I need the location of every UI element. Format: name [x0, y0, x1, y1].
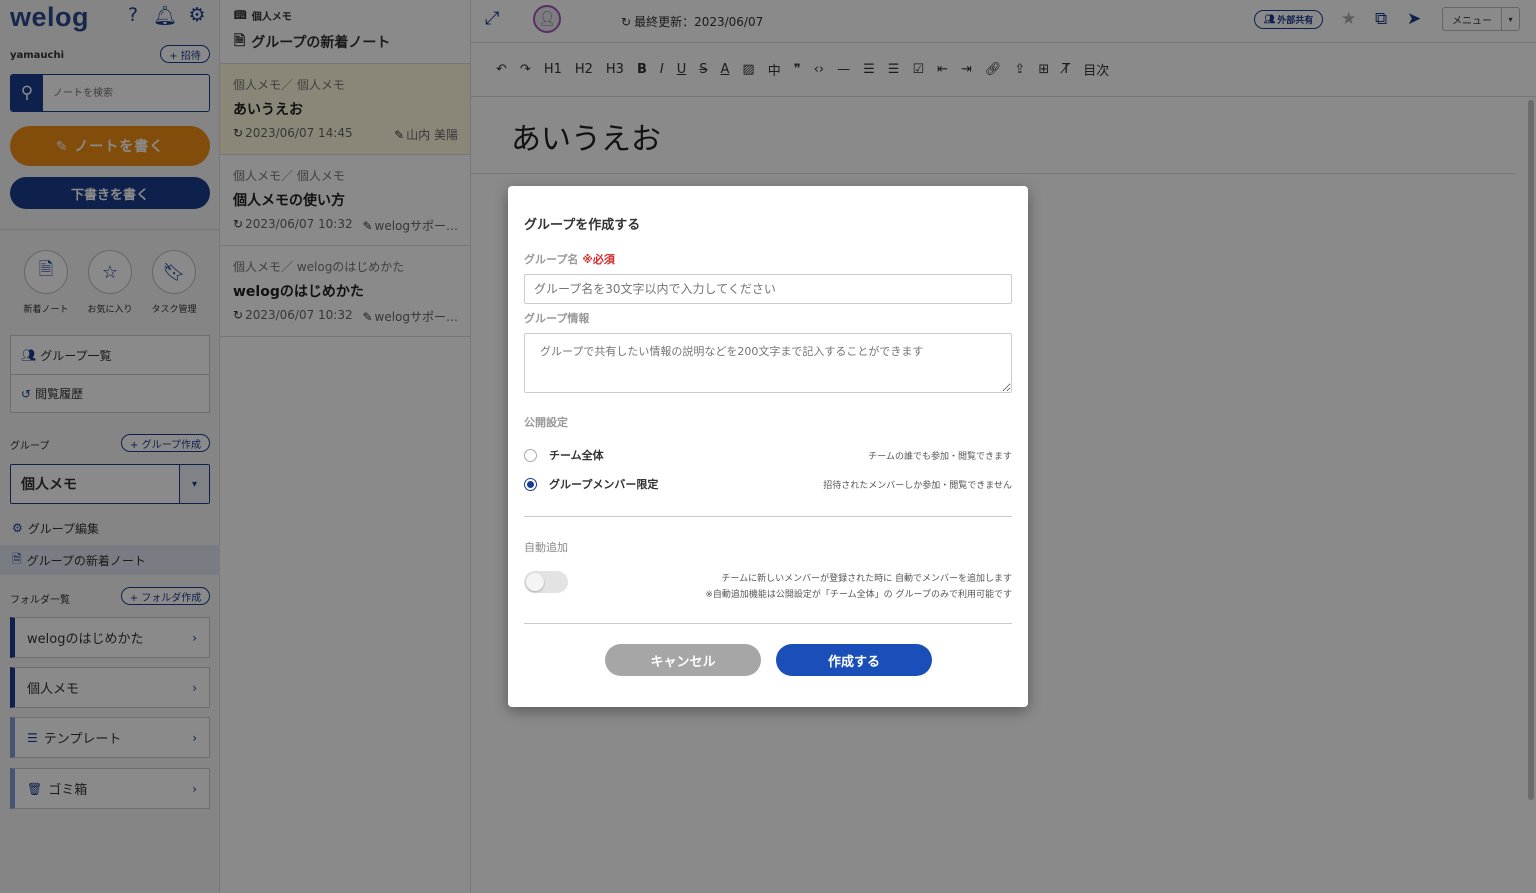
create-button[interactable]: 作成する: [776, 644, 932, 676]
radio-button[interactable]: [524, 477, 537, 491]
create-group-modal: グループを作成する グループ名 ※必須 グループ情報 公開設定 チーム全体 チー…: [508, 186, 1028, 707]
radio-dot: [527, 480, 534, 488]
group-info-textarea[interactable]: [524, 333, 1012, 393]
required-badge: ※必須: [582, 253, 615, 266]
visibility-label: 公開設定: [524, 416, 568, 429]
group-name-input[interactable]: [524, 274, 1012, 304]
cancel-button[interactable]: キャンセル: [605, 644, 761, 676]
divider: [524, 623, 1012, 624]
radio-team-all[interactable]: チーム全体 チームの誰でも参加・閲覧できます: [524, 446, 1012, 464]
auto-add-desc-line: チームに新しいメンバーが登録された時に 自動でメンバーを追加します: [721, 574, 1012, 584]
auto-add-desc-line: ※自動追加機能は公開設定が「チーム全体」の グループのみで利用可能です: [705, 590, 1012, 600]
auto-add-toggle[interactable]: [524, 571, 568, 593]
auto-add-description: チームに新しいメンバーが登録された時に 自動でメンバーを追加します ※自動追加機…: [705, 571, 1012, 603]
app-root: welog ? 🔔︎ ⚙ yamauchi + 招待 ⚲ ✎ ノートを書く 下書…: [0, 0, 1536, 893]
group-name-label-text: グループ名: [524, 253, 579, 266]
group-info-label: グループ情報: [524, 312, 590, 325]
radio-members-only[interactable]: グループメンバー限定 招待されたメンバーしか参加・閲覧できません: [524, 475, 1012, 493]
radio-label: グループメンバー限定: [549, 478, 659, 491]
toggle-knob: [526, 573, 544, 591]
divider: [524, 516, 1012, 517]
radio-description: 招待されたメンバーしか参加・閲覧できません: [823, 480, 1012, 491]
radio-description: チームの誰でも参加・閲覧できます: [868, 451, 1012, 462]
radio-label: チーム全体: [549, 449, 604, 462]
auto-add-label: 自動追加: [524, 541, 568, 554]
radio-button[interactable]: [524, 448, 537, 462]
modal-title: グループを作成する: [524, 218, 641, 233]
group-name-label: グループ名 ※必須: [524, 251, 615, 267]
